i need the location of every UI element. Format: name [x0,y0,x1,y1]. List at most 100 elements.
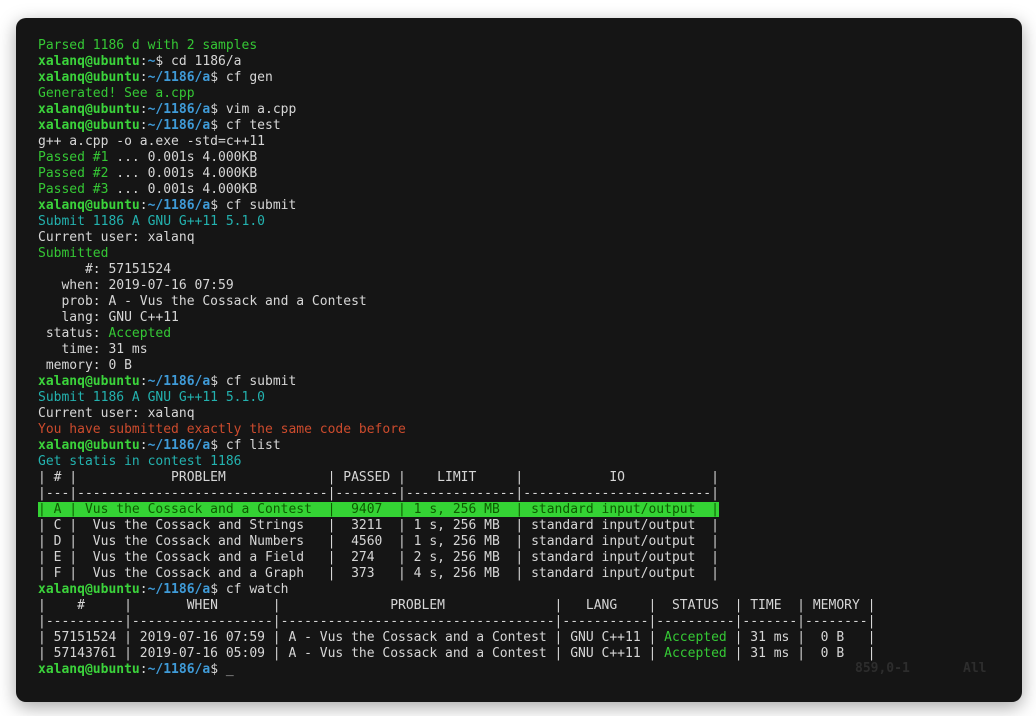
command-cd: $ cd 1186/a [155,54,241,69]
prompt-cf-gen: xalanq@ubuntu:~/1186/a$ cf gen [38,70,1022,86]
prompt-cf-submit-2: xalanq@ubuntu:~/1186/a$ cf submit [38,374,1022,390]
desktop-background: Parsed 1186 d with 2 samplesxalanq@ubunt… [0,0,1036,716]
text-segment: status: [38,326,108,341]
text-segment: : [140,102,148,117]
text-segment: | C | Vus the Cossack and Strings | 3211… [38,518,719,533]
text-segment: #: 57151524 [38,262,171,277]
prompt-cf-test: xalanq@ubuntu:~/1186/a$ cf test [38,118,1022,134]
submission-lang: lang: GNU C++11 [38,310,1022,326]
text-segment: | 57143761 | 2019-07-16 05:09 | A - Vus … [38,646,664,661]
output-current-user-2: Current user: xalanq [38,406,1022,422]
text-segment: Get statis in contest 1186 [38,454,242,469]
prompt-path: ~/1186/a [148,438,211,453]
prompt-user: xalanq@ubuntu [38,118,140,133]
output-gpp-compile: g++ a.cpp -o a.exe -std=c++11 [38,134,1022,150]
submission-memory: memory: 0 B [38,358,1022,374]
text-segment: | D | Vus the Cossack and Numbers | 4560… [38,534,719,549]
submission-id: #: 57151524 [38,262,1022,278]
command-cf-list: $ cf list [210,438,280,453]
command-cf-submit: $ cf submit [210,374,296,389]
prompt-user: xalanq@ubuntu [38,374,140,389]
list-table-separator: |---|--------------------------------|--… [38,486,1022,502]
text-segment: $ [210,662,226,677]
prompt-user: xalanq@ubuntu [38,438,140,453]
text-segment: : [140,70,148,85]
prompt-path: ~/1186/a [148,198,211,213]
text-segment: ... 0.001s 4.000KB [108,166,257,181]
status-accepted: Accepted [664,646,727,661]
text-segment: lang: GNU C++11 [38,310,179,325]
prompt-path: ~/1186/a [148,374,211,389]
text-segment: : [140,438,148,453]
text-segment: Passed #1 [38,150,108,165]
text-segment: Passed #3 [38,182,108,197]
output-current-user-1: Current user: xalanq [38,230,1022,246]
submission-prob: prob: A - Vus the Cossack and a Contest [38,294,1022,310]
list-table-row-d: | D | Vus the Cossack and Numbers | 4560… [38,534,1022,550]
ghost-vim-all: All [963,661,986,677]
text-segment: | # | PROBLEM | PASSED | LIMIT | IO | [38,470,719,485]
terminal-cursor: _ [226,662,234,677]
submission-when: when: 2019-07-16 07:59 [38,278,1022,294]
text-segment: |----------|------------------|---------… [38,614,875,629]
submission-status: status: Accepted [38,326,1022,342]
list-table-row-a-highlighted: | A | Vus the Cossack and a Contest | 94… [38,502,1022,518]
watch-table-header: | # | WHEN | PROBLEM | LANG | STATUS | T… [38,598,1022,614]
text-segment: Submit 1186 A GNU G++11 5.1.0 [38,214,265,229]
prompt-path: ~/1186/a [148,118,211,133]
prompt-path: ~/1186/a [148,102,211,117]
command-vim: $ vim a.cpp [210,102,296,117]
command-cf-test: $ cf test [210,118,280,133]
text-segment: when: 2019-07-16 07:59 [38,278,234,293]
text-segment: : [140,54,148,69]
text-segment: : [140,374,148,389]
prompt-path: ~/1186/a [148,582,211,597]
terminal-window[interactable]: Parsed 1186 d with 2 samplesxalanq@ubunt… [16,18,1022,702]
watch-table-row-1: | 57151524 | 2019-07-16 07:59 | A - Vus … [38,630,1022,646]
output-passed-2: Passed #2 ... 0.001s 4.000KB [38,166,1022,182]
output-duplicate-warning: You have submitted exactly the same code… [38,422,1022,438]
output-parsed-samples: Parsed 1186 d with 2 samples [38,38,1022,54]
output-submit-info-2: Submit 1186 A GNU G++11 5.1.0 [38,390,1022,406]
output-generated: Generated! See a.cpp [38,86,1022,102]
command-cf-watch: $ cf watch [210,582,288,597]
text-segment: Submit 1186 A GNU G++11 5.1.0 [38,390,265,405]
text-segment: time: 31 ms [38,342,148,357]
prompt-path: ~/1186/a [148,70,211,85]
terminal-output: Parsed 1186 d with 2 samplesxalanq@ubunt… [38,38,1022,678]
text-segment: Parsed 1186 d with 2 samples [38,38,257,53]
prompt-user: xalanq@ubuntu [38,102,140,117]
text-segment: : [140,198,148,213]
status-accepted: Accepted [108,326,171,341]
prompt-vim: xalanq@ubuntu:~/1186/a$ vim a.cpp [38,102,1022,118]
text-segment: : [140,662,148,677]
text-segment: Generated! See a.cpp [38,86,195,101]
list-table-header: | # | PROBLEM | PASSED | LIMIT | IO | [38,470,1022,486]
prompt-cf-list: xalanq@ubuntu:~/1186/a$ cf list [38,438,1022,454]
prompt-cd: xalanq@ubuntu:~$ cd 1186/a [38,54,1022,70]
highlighted-row: | A | Vus the Cossack and a Contest | 94… [38,502,719,517]
text-segment: | E | Vus the Cossack and a Field | 274 … [38,550,719,565]
text-segment: |---|--------------------------------|--… [38,486,719,501]
text-segment: | 31 ms | 0 B | [727,646,876,661]
text-segment: prob: A - Vus the Cossack and a Contest [38,294,367,309]
text-segment: Submitted [38,246,108,261]
list-table-row-e: | E | Vus the Cossack and a Field | 274 … [38,550,1022,566]
status-accepted: Accepted [664,630,727,645]
text-segment: | 57151524 | 2019-07-16 07:59 | A - Vus … [38,630,664,645]
text-segment: Current user: xalanq [38,406,195,421]
text-segment: Current user: xalanq [38,230,195,245]
text-segment: memory: 0 B [38,358,132,373]
text-segment: ... 0.001s 4.000KB [108,150,257,165]
prompt-path: ~/1186/a [148,662,211,677]
watch-table-row-2: | 57143761 | 2019-07-16 05:09 | A - Vus … [38,646,1022,662]
text-segment: You have submitted exactly the same code… [38,422,406,437]
text-segment: g++ a.cpp -o a.exe -std=c++11 [38,134,265,149]
text-segment: ... 0.001s 4.000KB [108,182,257,197]
output-submit-info-1: Submit 1186 A GNU G++11 5.1.0 [38,214,1022,230]
prompt-user: xalanq@ubuntu [38,662,140,677]
text-segment: Passed #2 [38,166,108,181]
text-segment: | 31 ms | 0 B | [727,630,876,645]
prompt-cf-submit-1: xalanq@ubuntu:~/1186/a$ cf submit [38,198,1022,214]
text-segment: : [140,582,148,597]
